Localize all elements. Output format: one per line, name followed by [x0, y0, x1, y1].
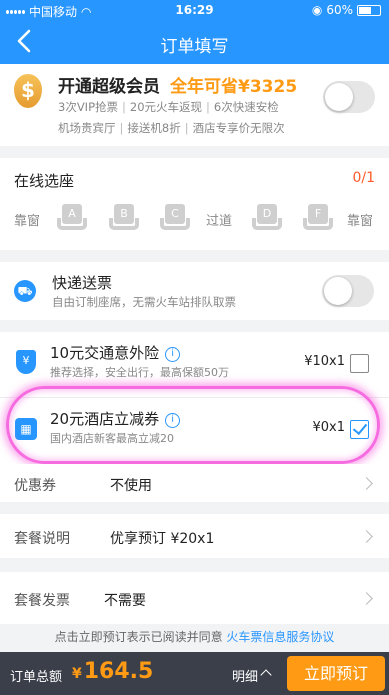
agreement-link[interactable]: 火车票信息服务协议 — [226, 630, 334, 644]
chevron-right-icon — [360, 477, 373, 490]
bottom-action-bar: 订单总额 ¥164.5 明细 立即预订 — [0, 652, 389, 695]
vip-title: 开通超级会员 — [58, 77, 160, 97]
package-row[interactable]: 套餐说明 优享预订 ¥20x1 — [0, 514, 389, 558]
info-icon[interactable]: i — [165, 347, 181, 362]
coupon-label: 优惠券 — [14, 478, 56, 494]
vip-benefits-line2: 机场贵宾厅 | 接送机8折 | 酒店专享价无限次 — [58, 121, 285, 135]
battery-percent: 60% — [326, 3, 353, 17]
coupon-row[interactable]: 优惠券 不使用 — [0, 464, 389, 502]
seat-d[interactable]: D — [252, 204, 282, 232]
window-label-right: 靠窗 — [347, 214, 374, 229]
detail-button[interactable]: 明细 — [232, 666, 258, 685]
vip-benefit: 酒店专享价无限次 — [192, 121, 285, 135]
seat-selection-count: 0/1 — [352, 170, 375, 186]
vip-membership-card: $ 开通超级会员 全年可省¥3325 3次VIP抢票 | 20元火车返现 | 6次快速安… — [0, 64, 389, 146]
vip-benefit: 接送机8折 — [127, 121, 181, 135]
insurance-price: ¥10x1 — [304, 354, 345, 369]
order-total: ¥164.5 — [72, 659, 154, 684]
aisle-label: 过道 — [206, 214, 233, 229]
nav-bar: 订单填写 — [0, 20, 389, 64]
seat-a[interactable]: A — [57, 204, 87, 232]
invoice-label: 套餐发票 — [14, 593, 70, 609]
seat-b[interactable]: B — [109, 204, 139, 232]
hotel-coupon-row[interactable]: ▦ 20元酒店立减券 i 国内酒店新客最高立减20 ¥0x1 — [0, 398, 389, 464]
insurance-row[interactable]: ¥ 10元交通意外险 i 推荐选择，安全出行，最高保额50万 ¥10x1 — [0, 332, 389, 398]
hotel-coupon-subtitle: 国内酒店新客最高立减20 — [50, 432, 174, 445]
vip-savings: 全年可省¥3325 — [170, 77, 298, 97]
seat-c[interactable]: C — [160, 204, 190, 232]
express-title: 快递送票 — [52, 274, 113, 292]
vip-toggle[interactable] — [323, 81, 375, 113]
page-title: 订单填写 — [160, 37, 229, 57]
package-value: 优享预订 ¥20x1 — [110, 531, 215, 547]
vip-benefit: 20元火车返现 — [129, 100, 203, 114]
agreement-notice: 点击立即预订表示已阅读并同意 火车票信息服务协议 — [0, 628, 389, 652]
orientation-lock-icon: ◉ — [311, 3, 323, 17]
chevron-right-icon — [360, 592, 373, 605]
window-label-left: 靠窗 — [14, 214, 41, 229]
chevron-up-icon[interactable] — [260, 669, 272, 681]
express-subtitle: 自由订制座席，无需火车站排队取票 — [52, 295, 236, 309]
coupon-value: 不使用 — [110, 478, 152, 494]
total-label: 订单总额 — [10, 670, 63, 685]
seat-selection-title: 在线选座 — [14, 172, 75, 190]
status-bar: 中国移动 ◠ 16:29 ◉ 60% — [0, 0, 389, 20]
insurance-subtitle: 推荐选择，安全出行，最高保额50万 — [50, 366, 229, 379]
hotel-coupon-title: 20元酒店立减券 i — [50, 408, 181, 429]
package-label: 套餐说明 — [14, 531, 70, 547]
seat-f[interactable]: F — [303, 204, 333, 232]
invoice-value: 不需要 — [104, 593, 146, 609]
vip-benefit: 机场贵宾厅 — [58, 121, 116, 135]
shield-icon: ¥ — [16, 350, 36, 374]
vip-benefits-line1: 3次VIP抢票 | 20元火车返现 | 6次快速安检 — [58, 100, 279, 114]
insurance-title: 10元交通意外险 i — [50, 342, 181, 363]
addons-card: ¥ 10元交通意外险 i 推荐选择，安全出行，最高保额50万 ¥10x1 ▦ 20… — [0, 332, 389, 464]
vip-coin-icon: $ — [14, 74, 42, 108]
battery-icon — [357, 4, 381, 16]
delivery-icon: ⛟ — [14, 280, 36, 302]
hotel-coupon-price: ¥0x1 — [312, 420, 345, 435]
invoice-row[interactable]: 套餐发票 不需要 — [0, 572, 389, 624]
chevron-right-icon — [360, 530, 373, 543]
vip-benefit: 3次VIP抢票 — [58, 100, 119, 114]
hotel-coupon-checkbox[interactable] — [350, 420, 369, 439]
express-delivery-card: ⛟ 快递送票 自由订制座席，无需火车站排队取票 — [0, 262, 389, 320]
express-toggle[interactable] — [322, 275, 374, 307]
submit-order-button[interactable]: 立即预订 — [287, 656, 385, 691]
info-icon[interactable]: i — [165, 413, 181, 428]
vip-benefit: 6次快速安检 — [213, 100, 279, 114]
hotel-icon: ▦ — [15, 418, 37, 440]
agreement-text: 点击立即预订表示已阅读并同意 — [54, 630, 223, 644]
insurance-checkbox[interactable] — [350, 354, 369, 373]
seat-selection-card: 在线选座 0/1 靠窗 A B C 过道 D F 靠窗 — [0, 158, 389, 250]
